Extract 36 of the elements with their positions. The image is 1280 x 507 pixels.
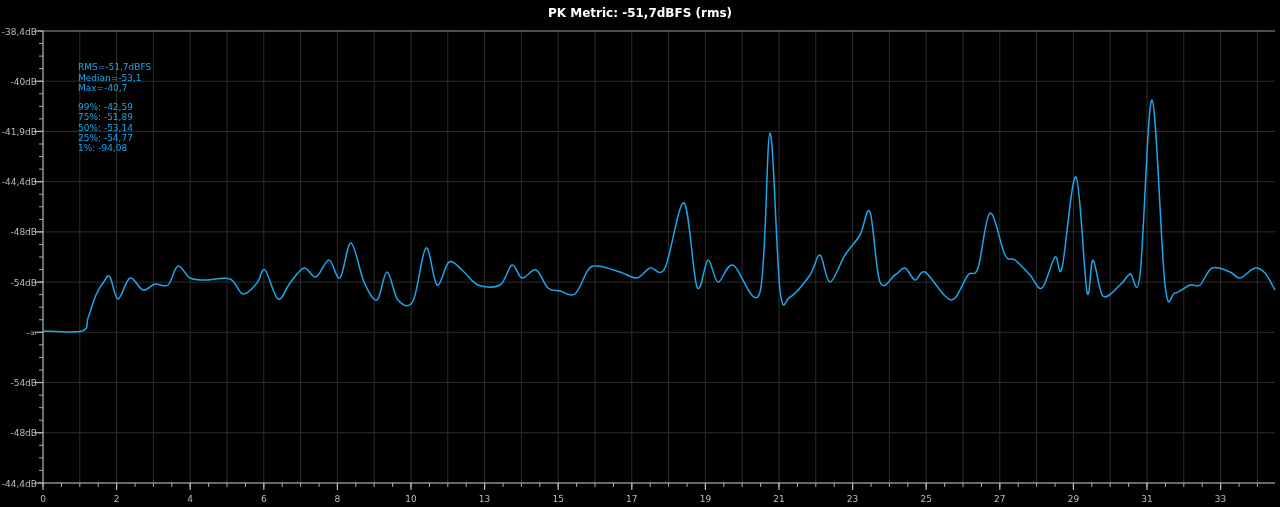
stat-text: RMS=-51,7dBFS — [78, 62, 152, 72]
y-axis-label: -44,4dB — [1, 177, 37, 188]
x-axis-label: 21 — [773, 494, 785, 504]
x-axis-label: 4 — [187, 494, 194, 504]
y-axis-label: -38,4dB — [1, 26, 37, 37]
x-axis-label: 13 — [478, 494, 491, 504]
x-axis-label: 31 — [1141, 494, 1153, 504]
y-axis-label: -54dB — [10, 277, 37, 288]
x-axis-label: 19 — [699, 494, 712, 504]
x-axis-label: 2 — [113, 494, 120, 504]
x-axis-label: 0 — [40, 494, 46, 504]
percentile-text: 25%: -54,77 — [78, 132, 133, 143]
x-axis-label: 6 — [260, 494, 267, 504]
y-axis-label: -∞ — [26, 327, 37, 338]
y-axis-label: -54dB — [10, 378, 37, 389]
x-axis-label: 29 — [1067, 494, 1080, 504]
x-axis-label: 15 — [552, 494, 564, 504]
percentile-text: 99%: -42,59 — [78, 102, 133, 112]
y-axis-label: -44,4dB — [1, 478, 37, 489]
chart-title: PK Metric: -51,7dBFS (rms) — [546, 4, 734, 22]
x-axis-label: 17 — [626, 494, 638, 504]
x-axis-label: 8 — [334, 494, 341, 504]
y-axis-label: -40dB — [10, 76, 37, 87]
percentile-text: 75%: -51,89 — [78, 112, 133, 123]
x-axis-label: 10 — [405, 494, 417, 504]
stat-text: Median=-53,1 — [78, 72, 142, 83]
y-axis-label: -48dB — [10, 227, 37, 238]
y-axis-label: -41,9dB — [1, 126, 37, 137]
y-axis-label: -48dB — [10, 428, 37, 439]
x-axis-label: 33 — [1214, 494, 1227, 504]
stat-text: Max=-40,7 — [78, 83, 128, 93]
x-axis-label: 27 — [994, 494, 1006, 504]
percentile-text: 50%: -53,14 — [78, 122, 133, 133]
percentile-text: 1%: -94,08 — [78, 143, 128, 154]
x-axis-label: 23 — [846, 494, 859, 504]
x-axis-label: 25 — [920, 494, 932, 504]
